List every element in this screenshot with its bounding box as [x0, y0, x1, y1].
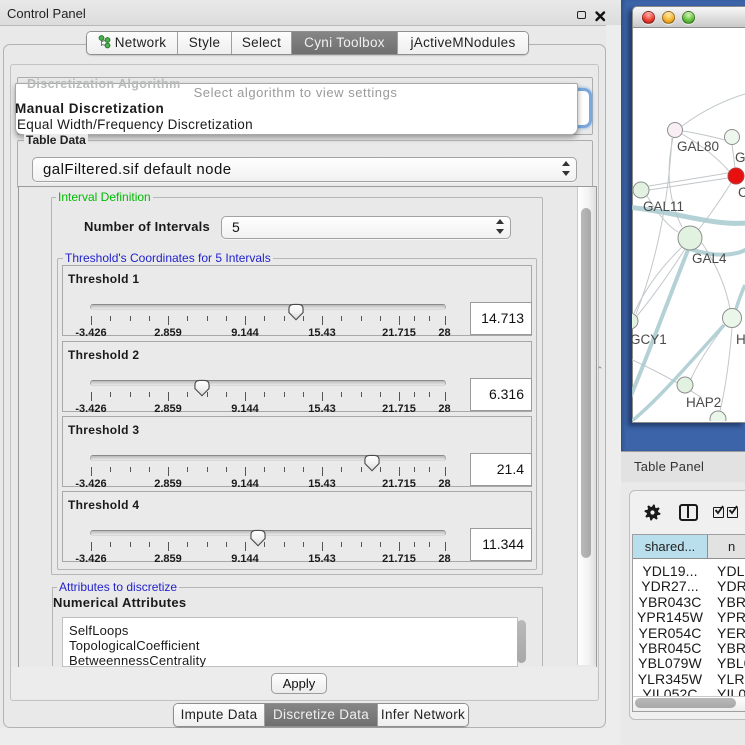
- svg-text:GAL11: GAL11: [643, 199, 684, 214]
- svg-text:GAL4: GAL4: [692, 251, 727, 266]
- svg-text:GCY1: GCY1: [632, 332, 667, 347]
- svg-text:HAP2: HAP2: [686, 395, 721, 410]
- svg-text:G: G: [735, 150, 745, 165]
- svg-text:C: C: [738, 185, 745, 200]
- svg-text:H: H: [736, 332, 745, 347]
- svg-text:GAL80: GAL80: [677, 139, 719, 154]
